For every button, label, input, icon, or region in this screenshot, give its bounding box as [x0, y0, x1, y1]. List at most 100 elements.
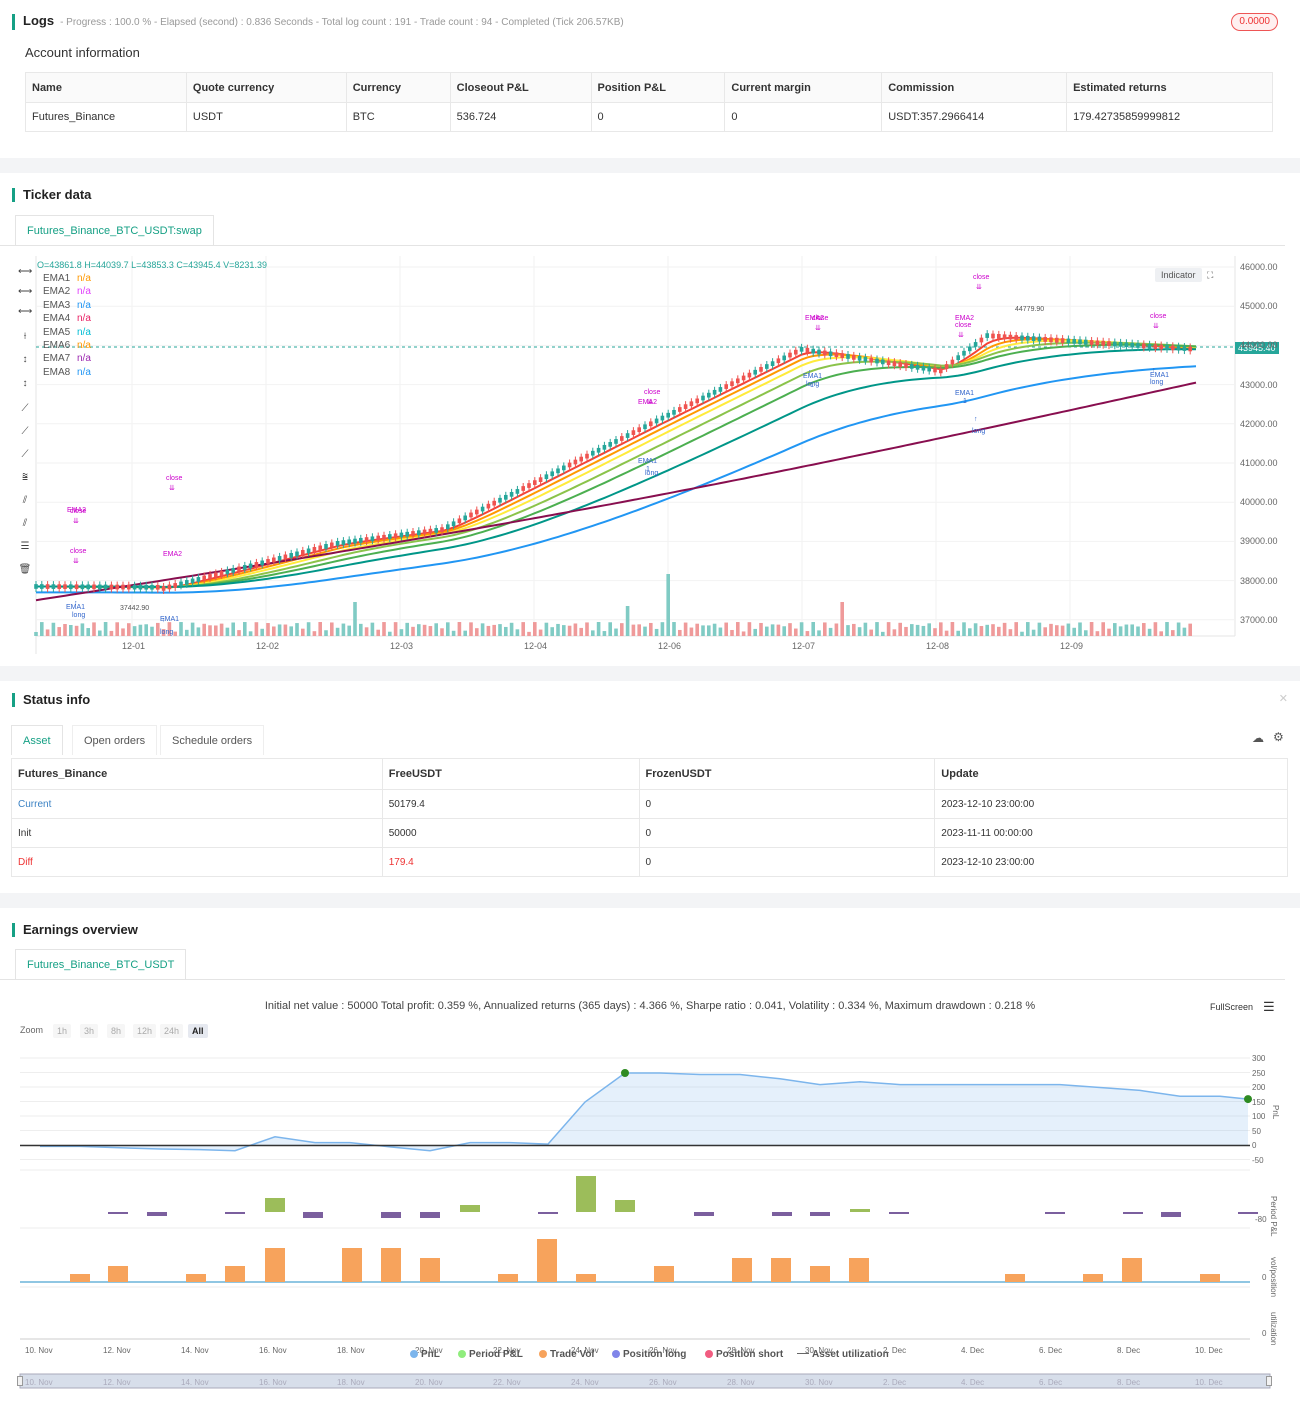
candle-body: [1147, 343, 1152, 349]
volume-bar: [730, 629, 734, 636]
legend-item[interactable]: Period P&L: [458, 1349, 523, 1360]
candle-chart-area[interactable]: O=43861.8 H=44039.7 L=43853.3 C=43945.4 …: [0, 246, 1300, 666]
candle-body: [417, 530, 421, 536]
tab-open-orders[interactable]: Open orders: [72, 725, 158, 755]
expand-icon[interactable]: ⛶: [1207, 270, 1213, 281]
candle-body: [1014, 335, 1018, 340]
grid-tool-icon[interactable]: ☰: [18, 541, 32, 552]
candle-body: [486, 503, 491, 509]
volume-bar: [1153, 622, 1158, 636]
volume-bar: [254, 622, 259, 636]
trade-vol-bar: [498, 1274, 518, 1282]
candle-body: [475, 509, 479, 515]
candle-body: [301, 550, 305, 555]
volume-bar: [585, 622, 589, 636]
gear-icon[interactable]: ⚙: [1273, 730, 1284, 744]
volume-bar: [260, 628, 264, 636]
candle-body: [1118, 342, 1123, 347]
candle-body: [364, 537, 369, 542]
account-col-header: Name: [25, 72, 187, 103]
legend-item[interactable]: Trade Vol: [539, 1349, 594, 1360]
volume-bar: [80, 623, 85, 636]
candle-body: [1049, 337, 1053, 343]
volume-bar: [74, 625, 79, 636]
time-axis-tick: 12-03: [390, 641, 414, 651]
vertical-ray-icon[interactable]: ↕: [18, 354, 32, 365]
legend-label: Position long: [623, 1349, 687, 1360]
legend-item[interactable]: PnL: [410, 1349, 440, 1360]
candle-body: [1008, 334, 1013, 340]
volume-bar: [788, 623, 792, 636]
trend-line-icon[interactable]: ⟋: [18, 403, 32, 414]
legend-item[interactable]: Position long: [612, 1349, 686, 1360]
tab-ticker-symbol[interactable]: Futures_Binance_BTC_USDT:swap: [15, 215, 214, 245]
volume-bar: [817, 630, 821, 636]
fib-icon[interactable]: ⫽: [18, 518, 32, 529]
tab-schedule-orders[interactable]: Schedule orders: [160, 725, 265, 755]
arrow-line-icon[interactable]: ⟋: [18, 426, 32, 437]
ema-name: EMA2: [43, 286, 71, 298]
close-icon[interactable]: ✕: [1279, 692, 1288, 705]
account-cell: USDT:357.2966414: [881, 102, 1068, 132]
navigator-left-handle[interactable]: [17, 1376, 23, 1386]
candle-body: [504, 494, 508, 500]
delete-icon[interactable]: 🗑: [18, 564, 32, 575]
vertical-segment-icon[interactable]: ↕: [18, 378, 32, 389]
horizontal-line-icon[interactable]: ⟷: [18, 286, 32, 297]
ema-name: EMA4: [43, 313, 71, 325]
asset-cell: 2023-12-10 23:00:00: [934, 847, 1288, 877]
navigator-tick: 22. Nov: [493, 1378, 521, 1387]
candle-body: [231, 568, 235, 573]
volume-bar: [620, 623, 624, 636]
candle-body: [973, 342, 978, 347]
candle-body: [266, 559, 270, 564]
candle-body: [190, 578, 195, 584]
navigator-right-handle[interactable]: [1266, 1376, 1272, 1386]
volume-bar: [1089, 622, 1094, 636]
extended-line-icon[interactable]: ⟋: [18, 449, 32, 460]
indicator-button[interactable]: Indicator: [1155, 268, 1202, 282]
candle-body: [457, 518, 462, 524]
ema-name: EMA1: [43, 273, 71, 284]
asset-col-header: FrozenUSDT: [638, 758, 936, 790]
ema-line-3: [36, 339, 1197, 589]
crosshair-tool-icon[interactable]: ⟷: [18, 266, 32, 277]
volume-bar: [364, 627, 369, 636]
volume-bar: [544, 622, 549, 636]
candle-body: [730, 381, 734, 387]
tab-asset[interactable]: Asset: [11, 725, 63, 755]
volume-bar: [823, 622, 827, 636]
ema-legend-item: EMA2 n/a: [43, 286, 91, 297]
candle-body: [881, 359, 885, 365]
candle-body: [585, 453, 589, 459]
navigator-tick: 10. Nov: [25, 1378, 53, 1387]
candle-body: [956, 355, 960, 361]
trade-marker-label: long: [72, 612, 86, 619]
volume-bar: [509, 622, 514, 636]
tab-earnings-symbol[interactable]: Futures_Binance_BTC_USDT: [15, 949, 187, 979]
trade-marker-label: EMA1: [1150, 372, 1170, 379]
price-range-icon[interactable]: ⩰: [18, 472, 32, 483]
navigator-tick: 26. Nov: [649, 1378, 677, 1387]
pnl-axis-tick: 200: [1252, 1083, 1266, 1092]
candle-chart[interactable]: [0, 246, 1300, 666]
vertical-line-icon[interactable]: ⟊: [18, 331, 32, 342]
account-cell: Futures_Binance: [25, 102, 187, 132]
volume-bar: [921, 625, 926, 636]
earnings-axis-title: PnL: [1271, 1105, 1280, 1120]
parallel-channel-icon[interactable]: ⫽: [18, 495, 32, 506]
legend-item[interactable]: Asset utilization: [797, 1349, 889, 1360]
cloud-download-icon[interactable]: ☁: [1252, 731, 1264, 745]
time-axis-tick: 12-01: [122, 641, 146, 651]
ray-line-icon[interactable]: ⟷: [18, 306, 32, 317]
volume-bar: [40, 622, 44, 636]
legend-item[interactable]: Position short: [705, 1349, 783, 1360]
high-label: 44779.90: [1015, 306, 1045, 313]
ema-name: EMA6: [43, 340, 71, 351]
volume-bar: [86, 628, 90, 636]
ema-line-4: [36, 341, 1197, 589]
candle-body: [817, 349, 821, 355]
account-col-header: Quote currency: [185, 72, 347, 103]
trade-marker-label: long: [160, 629, 174, 636]
asset-col-header: FreeUSDT: [381, 758, 640, 790]
